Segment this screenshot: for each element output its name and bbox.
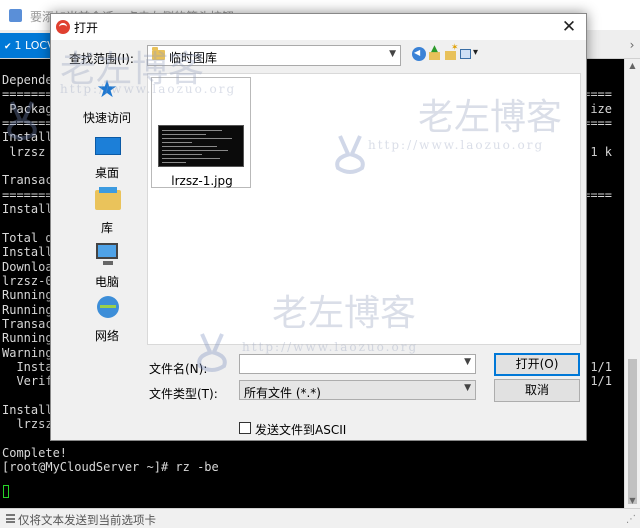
terminal-line-right: 1/1 xyxy=(590,374,612,389)
session-tab-label: 1 LOCV xyxy=(14,39,52,52)
terminal-line: Running xyxy=(2,331,53,346)
checkbox-box[interactable] xyxy=(239,422,251,434)
scrollbar-thumb[interactable] xyxy=(628,359,637,504)
terminal-line: [root@MyCloudServer ~]# rz -be xyxy=(2,460,219,475)
desktop-icon xyxy=(95,137,121,155)
terminal-line: Insta xyxy=(2,360,53,374)
file-type-select[interactable]: 所有文件 (*.*) ▼ xyxy=(239,380,476,400)
terminal-line: Install xyxy=(2,245,53,260)
terminal-line: lrzsz xyxy=(2,144,46,159)
tab-check-icon: ✔ xyxy=(4,42,12,52)
terminal-line-right: 1 k xyxy=(590,144,612,159)
terminal-cursor xyxy=(3,485,9,498)
tab-scroll-right-icon[interactable]: › xyxy=(624,36,640,54)
up-folder-icon[interactable] xyxy=(428,44,442,61)
terminal-line: Complete! xyxy=(2,446,68,461)
places-bar: ★ 快速访问 桌面 库 电脑 网络 xyxy=(69,76,145,346)
file-thumbnail-image xyxy=(158,125,244,167)
chevron-down-icon[interactable]: ▼ xyxy=(389,49,396,59)
terminal-line: lrzsz xyxy=(2,417,53,432)
file-name: lrzsz-1.jpg xyxy=(171,174,233,188)
look-in-label: 查找范围(I): xyxy=(69,52,134,66)
place-label: 库 xyxy=(100,221,113,235)
status-text[interactable]: 仅将文本发送到当前选项卡 xyxy=(18,512,156,528)
quick-access-star-icon: ★ xyxy=(96,75,118,103)
dialog-titlebar[interactable]: 打开 ✕ xyxy=(51,14,586,40)
terminal-line-right: ize xyxy=(590,101,612,116)
place-quick-access[interactable]: ★ 快速访问 xyxy=(69,76,145,128)
open-button[interactable]: 打开(O) xyxy=(494,353,580,376)
file-name-label: 文件名(N): xyxy=(149,362,208,376)
terminal-line: Install xyxy=(2,202,53,217)
cancel-button[interactable]: 取消 xyxy=(494,379,580,402)
place-label: 快速访问 xyxy=(82,111,131,125)
place-network[interactable]: 网络 xyxy=(69,294,145,346)
terminal-line: Depende xyxy=(2,73,53,87)
dialog-title: 打开 xyxy=(74,21,99,35)
library-icon xyxy=(95,187,121,210)
terminal-line: Transac xyxy=(2,173,53,188)
network-icon xyxy=(97,296,119,318)
ascii-checkbox-label: 发送文件到ASCII xyxy=(255,423,347,437)
place-label: 电脑 xyxy=(94,275,119,289)
place-desktop[interactable]: 桌面 xyxy=(69,131,145,183)
chevron-down-icon[interactable]: ▼ xyxy=(464,357,471,367)
terminal-line: Install xyxy=(2,403,53,418)
terminal-line: lrzsz-0 xyxy=(2,273,53,288)
terminal-line: Warning xyxy=(2,345,53,360)
status-bar: 仅将文本发送到当前选项卡 ⋰ xyxy=(0,508,640,528)
terminal-line: ======= xyxy=(2,116,53,131)
terminal-line-right: 1/1 xyxy=(590,360,612,374)
terminal-line: Running xyxy=(2,288,53,303)
terminal-line: Total d xyxy=(2,230,53,245)
menu-icon[interactable] xyxy=(6,514,15,523)
back-icon[interactable] xyxy=(412,47,426,61)
terminal-line: Packag xyxy=(2,101,53,116)
look-in-value: 临时图库 xyxy=(169,51,218,65)
file-type-value: 所有文件 (*.*) xyxy=(244,386,321,400)
terminal-line: Downloa xyxy=(2,259,53,274)
file-name-input[interactable]: ▼ xyxy=(239,354,476,374)
terminal-line: Transac xyxy=(2,316,53,331)
place-library[interactable]: 库 xyxy=(69,186,145,238)
file-type-label: 文件类型(T): xyxy=(149,387,218,401)
dialog-app-icon xyxy=(56,20,70,34)
scroll-down-arrow-icon[interactable]: ▼ xyxy=(625,494,640,508)
look-in-select[interactable]: 临时图库 ▼ xyxy=(147,45,401,66)
file-item[interactable]: lrzsz-1.jpg xyxy=(151,77,251,188)
chevron-down-icon[interactable]: ▼ xyxy=(464,383,471,393)
terminal-line: ======= xyxy=(2,187,53,202)
place-label: 桌面 xyxy=(94,166,119,180)
place-label: 网络 xyxy=(94,329,119,343)
terminal-scrollbar[interactable]: ▲ ▼ xyxy=(624,59,640,508)
file-list-pane[interactable]: lrzsz-1.jpg xyxy=(147,73,581,345)
terminal-line: ======= xyxy=(2,87,53,102)
folder-icon xyxy=(152,47,165,60)
app-icon xyxy=(9,9,22,22)
terminal-line: Verif xyxy=(2,374,53,389)
resize-grip-icon[interactable]: ⋰ xyxy=(626,514,636,525)
view-menu-icon[interactable] xyxy=(460,47,482,61)
session-tab[interactable]: ✔ 1 LOCV xyxy=(0,33,52,58)
new-folder-icon[interactable] xyxy=(444,43,459,61)
close-icon[interactable]: ✕ xyxy=(558,16,580,38)
computer-icon xyxy=(96,243,118,265)
terminal-line: Install xyxy=(2,130,53,145)
open-file-dialog: 打开 ✕ 查找范围(I): 临时图库 ▼ ★ 快速访问 桌面 库 电脑 xyxy=(50,13,587,441)
terminal-line: Running xyxy=(2,302,53,317)
place-computer[interactable]: 电脑 xyxy=(69,240,145,292)
scroll-up-arrow-icon[interactable]: ▲ xyxy=(625,59,640,73)
